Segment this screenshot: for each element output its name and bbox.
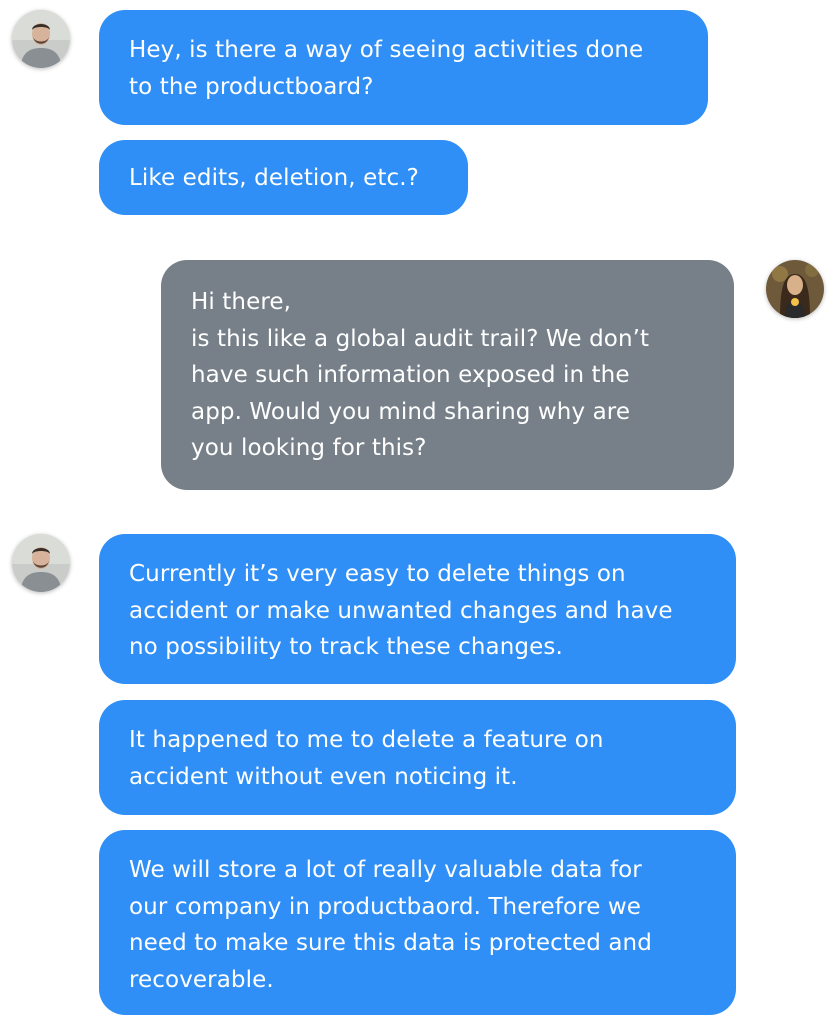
customer-message-2: Like edits, deletion, etc.? [99,140,468,215]
person-icon [12,10,70,68]
customer-message-5: We will store a lot of really valuable d… [99,830,736,1015]
agent-message-1: Hi there, is this like a global audit tr… [161,260,734,490]
person-icon [12,534,70,592]
customer-message-3: Currently it’s very easy to delete thing… [99,534,736,684]
customer-avatar [12,10,70,68]
person-icon [766,260,824,318]
customer-message-4: It happened to me to delete a feature on… [99,700,736,815]
agent-avatar [766,260,824,318]
customer-message-1: Hey, is there a way of seeing activities… [99,10,708,125]
customer-avatar [12,534,70,592]
